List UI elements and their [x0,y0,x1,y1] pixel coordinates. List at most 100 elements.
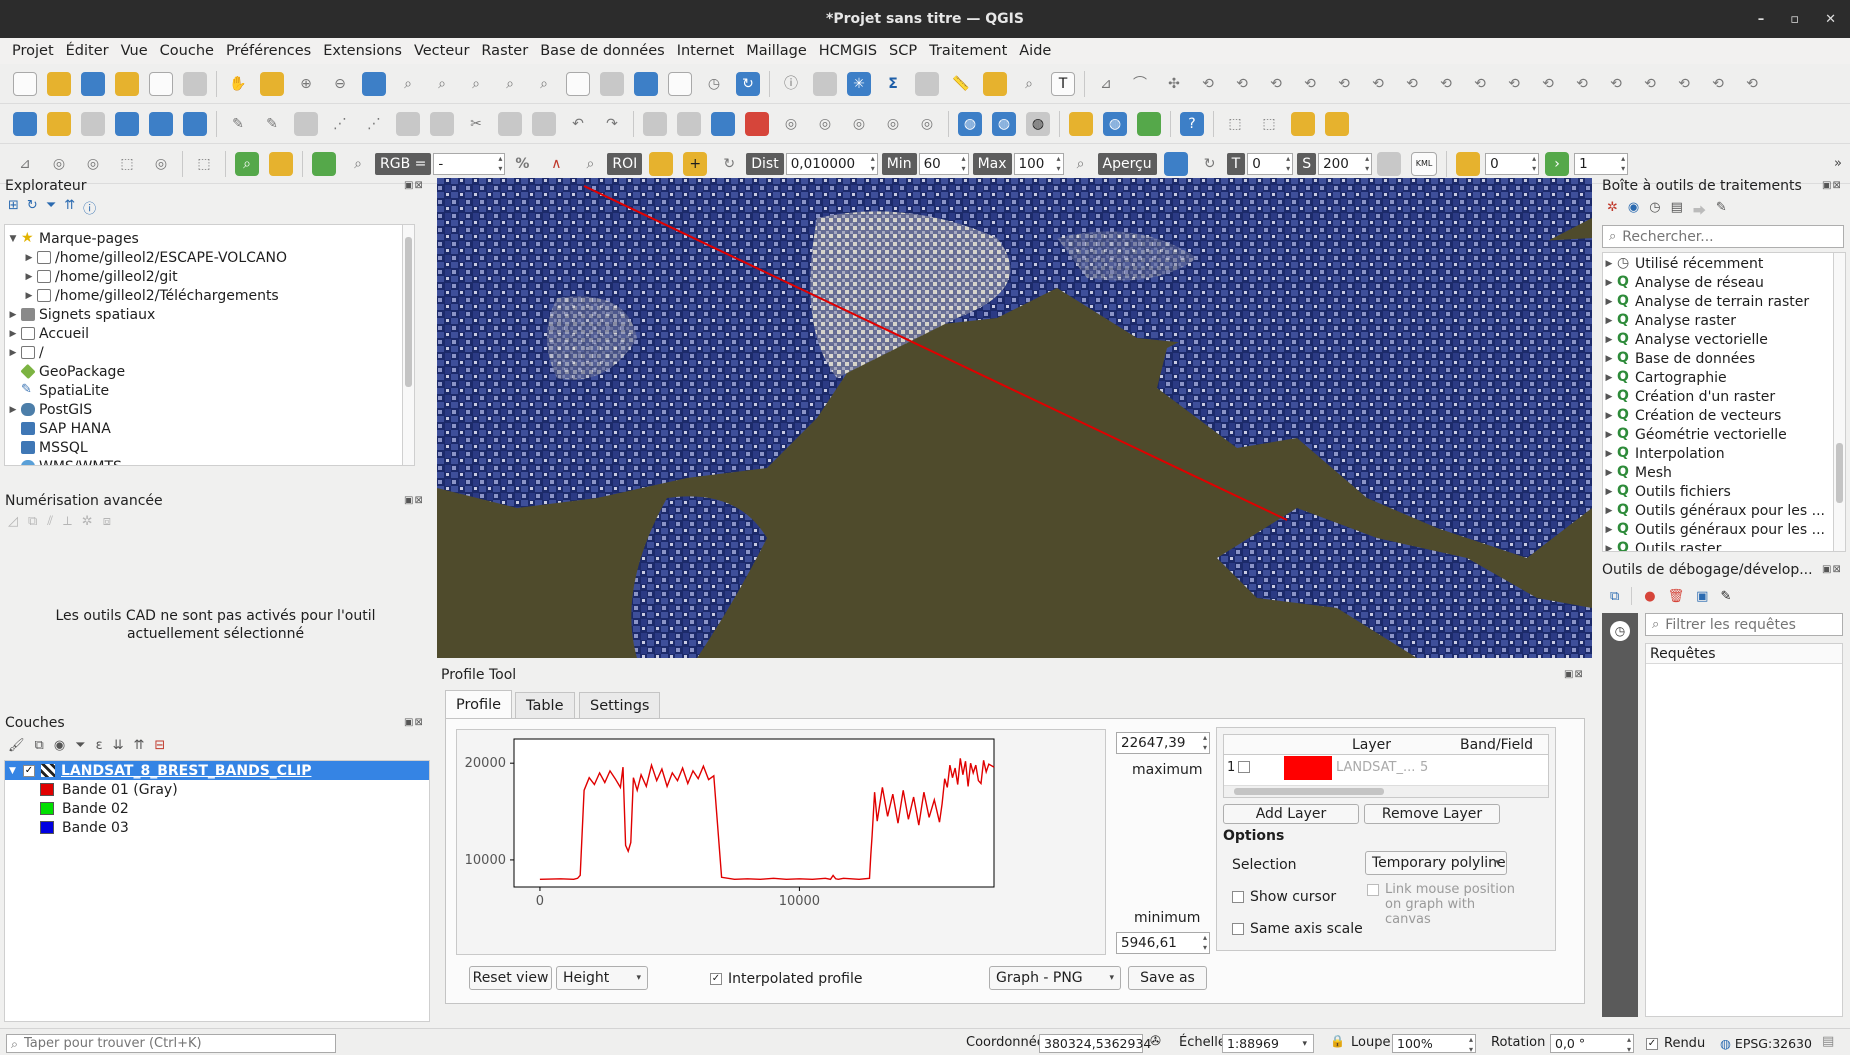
refresh-icon[interactable]: ↻ [736,71,760,96]
scp-zoom-input-icon[interactable]: ⌕ [346,152,370,176]
digitize-14-icon[interactable]: ⟲ [1536,72,1560,96]
next-icon[interactable]: › [1545,151,1570,176]
explorer-item[interactable]: ▶ Signets spatiaux [5,305,414,324]
label-rotate-icon[interactable]: ◎ [847,112,871,136]
expand-arrow-icon[interactable]: ▶ [1603,487,1615,497]
label-move-icon[interactable]: ◎ [779,112,803,136]
roi-redo-icon[interactable]: ↻ [717,152,741,176]
menu-base-de-donnees[interactable]: Base de données [534,43,671,59]
menu-couche[interactable]: Couche [154,43,220,59]
explorer-item[interactable]: ▶ /home/gilleol2/git [5,267,414,286]
scp-settings-icon[interactable] [269,151,293,176]
value-1-spinbox[interactable]: 0 [1485,152,1540,175]
collapse-all-icon[interactable]: ⇈ [64,198,75,217]
remove-layer-button[interactable]: Remove Layer [1364,804,1500,824]
rgb-combo[interactable]: - [433,152,506,175]
map-tips-icon[interactable] [983,71,1007,96]
identify-icon[interactable]: ⓘ [779,72,803,96]
save-log-icon[interactable]: ▣ [1696,589,1708,604]
new-map-view-icon[interactable] [566,71,590,96]
zoom-last-icon[interactable]: ⌕ [498,72,522,96]
table-row[interactable]: 1 LANDSAT_... 5 [1224,755,1548,781]
construction-icon[interactable]: ⧉ [28,514,37,529]
band-calc-icon[interactable] [1377,151,1402,176]
add-group-icon[interactable]: ⧉ [35,738,44,753]
digitize-11-icon[interactable]: ⟲ [1434,72,1458,96]
processing-item[interactable]: ▶ Q Outils généraux pour les ... [1603,501,1845,520]
processing-item[interactable]: ▶ Q Outils généraux pour les ... [1603,520,1845,539]
min-spinbox[interactable]: 60 [918,152,969,175]
expand-arrow-icon[interactable]: ▶ [23,272,35,282]
expand-arrow-icon[interactable]: ▶ [1603,430,1615,440]
apercu-label[interactable]: Aperçu [1097,152,1157,175]
interpolated-profile-checkbox[interactable]: ✓ Interpolated profile [710,971,862,987]
toggle-extents-icon[interactable]: ✇ [1150,1034,1161,1049]
dist-spinbox[interactable]: 0,010000 [785,152,878,175]
cad-icon[interactable]: ◿ [8,514,18,529]
clear-icon[interactable]: 🗑 [1668,589,1685,604]
requests-list[interactable]: Requêtes [1645,643,1843,1017]
locator-input[interactable] [24,1036,325,1051]
data-source-manager-icon[interactable] [13,111,37,136]
expand-arrow-icon[interactable]: ▶ [1603,544,1615,552]
expand-arrow-icon[interactable]: ▶ [23,253,35,263]
expand-arrow-icon[interactable]: ▶ [7,405,19,415]
save-as-icon[interactable] [115,71,139,96]
edit-pencil-icon[interactable]: ✎ [226,112,250,136]
explorer-item[interactable]: MSSQL [5,438,414,457]
digitize-20-icon[interactable]: ⟲ [1740,72,1764,96]
new-project-icon[interactable] [13,71,37,96]
tab-profile[interactable]: Profile [445,690,513,718]
lock-scale-icon[interactable]: 🔒 [1330,1034,1345,1048]
expand-arrow-icon[interactable]: ▶ [1603,411,1615,421]
expand-arrow-icon[interactable]: ▶ [1603,525,1615,535]
scp-tool-6-icon[interactable]: ⬚ [192,152,216,176]
undo-icon[interactable]: ↶ [566,112,590,136]
loupe-spinbox[interactable]: 100% [1392,1034,1476,1055]
expand-arrow-icon[interactable]: ▶ [1603,392,1615,402]
digitize-17-icon[interactable]: ⟲ [1638,72,1662,96]
selection-combo[interactable]: Temporary polyline ▾ [1365,851,1507,875]
processing-item[interactable]: ▶ ◷ Utilisé récemment [1603,254,1845,273]
show-cursor-check-icon[interactable] [1232,891,1244,903]
perpendicular-icon[interactable]: ⟂ [63,514,72,529]
tab-settings[interactable]: Settings [579,692,661,718]
network-icon[interactable]: ⧉ [1610,589,1619,604]
open-project-icon[interactable] [47,71,71,96]
minimum-spinbox[interactable]: 5946,61 [1116,932,1210,954]
filter-expression-icon[interactable]: ε [96,738,103,753]
new-geopackage-icon[interactable] [47,111,71,136]
expand-arrow-icon[interactable]: ▶ [1603,354,1615,364]
explorer-item[interactable]: ▶ PostGIS [5,400,414,419]
expand-arrow-icon[interactable]: ▼ [7,234,19,244]
roi-pointer-icon[interactable] [649,151,674,176]
processing-item[interactable]: ▶ Q Analyse raster [1603,311,1845,330]
link-mouse-checkbox[interactable]: Link mouse position on graph with canvas [1367,882,1517,927]
label-change-icon[interactable]: ◎ [881,112,905,136]
digitize-10-icon[interactable]: ⟲ [1400,72,1424,96]
processing-item[interactable]: ▶ Q Création d'un raster [1603,387,1845,406]
processing-item[interactable]: ▶ Q Outils raster [1603,539,1845,552]
minimize-icon[interactable]: – [1758,12,1765,27]
menu-preferences[interactable]: Préférences [220,43,317,59]
delete-selected-icon[interactable] [430,111,454,136]
expand-arrow-icon[interactable]: ▶ [1603,316,1615,326]
collapse-all-layers-icon[interactable]: ⇈ [134,738,145,753]
scp-tool-1-icon[interactable]: ⊿ [13,152,37,176]
show-cursor-checkbox[interactable]: Show cursor [1232,889,1336,905]
label-highlight-icon[interactable] [711,111,735,136]
layers-dock-buttons[interactable]: ▣⊠ [404,717,424,728]
vertex-tool-icon[interactable]: ⋰ [362,112,386,136]
layer-visibility-checkbox[interactable]: ✓ [23,764,35,777]
max-spinbox[interactable]: 100 [1013,152,1064,175]
link-mouse-check-icon[interactable] [1367,884,1379,896]
same-axis-checkbox[interactable]: Same axis scale [1232,921,1363,937]
expand-arrow-icon[interactable]: ▶ [1603,335,1615,345]
new-spatialite-icon[interactable] [115,111,139,136]
scp-sigma-icon[interactable]: ∧ [544,152,568,176]
processing-item[interactable]: ▶ Q Création de vecteurs [1603,406,1845,425]
render-check-icon[interactable]: ✓ [1646,1037,1658,1050]
manage-visibility-icon[interactable]: ◉ [54,738,65,753]
zoom-layer-icon[interactable]: ⌕ [430,72,454,96]
expand-arrow-icon[interactable]: ▶ [1603,259,1615,269]
